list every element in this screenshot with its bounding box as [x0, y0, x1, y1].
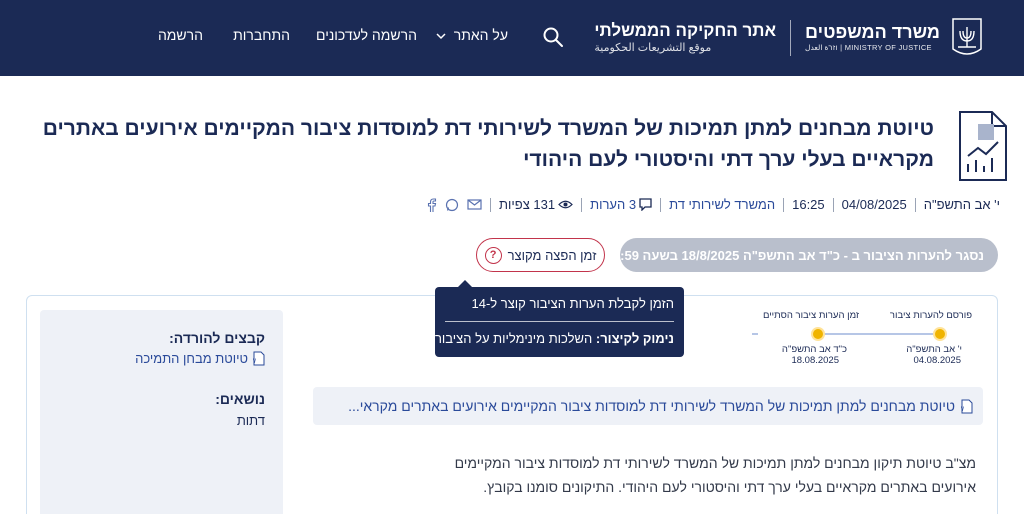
timeline-dot-published [933, 327, 947, 341]
short-time-label: זמן הפצה מקוצר [507, 247, 597, 263]
svg-text:W: W [961, 406, 964, 413]
facebook-icon[interactable] [427, 197, 437, 212]
moj-title: משרד המשפטים [805, 22, 940, 42]
top-navigation-bar: משרד המשפטים MINISTRY OF JUSTICE | וזרة … [0, 0, 1024, 76]
nav-updates[interactable]: הרשמה לעדכונים [316, 27, 417, 43]
word-file-icon: W [253, 351, 265, 366]
file-row-label: טיוטת מבחנים למתן תמיכות של המשרד לשירות… [348, 398, 955, 414]
timeline-published-date: 04.08.2025 [913, 355, 961, 366]
side-panel: קבצים להורדה: W טיוטת מבחן התמיכה נושאים… [40, 310, 283, 514]
description-text: מצ"ב טיוטת תיקון מבחנים למתן תמיכות של ה… [454, 455, 976, 495]
page-title: טיוטת מבחנים למתן תמיכות של המשרד לשירות… [42, 117, 934, 171]
nav-register[interactable]: הרשמה [158, 27, 203, 43]
moj-logo-text: משרד המשפטים MINISTRY OF JUSTICE | וזרة … [805, 22, 940, 54]
meta-divider [914, 197, 916, 212]
meta-office-link[interactable]: המשרד לשירותי דת [669, 197, 775, 212]
logo-divider [790, 20, 792, 56]
whatsapp-icon[interactable] [445, 198, 459, 212]
download-file-link[interactable]: W טיוטת מבחן התמיכה [135, 351, 265, 366]
site-subtitle: موقع التشريعات الحكومية [594, 42, 712, 54]
question-icon: ? [484, 246, 502, 264]
timeline-line-end [752, 333, 758, 335]
mail-icon[interactable] [467, 199, 482, 210]
download-file-label: טיוטת מבחן התמיכה [135, 351, 248, 366]
meta-row: י' אב התשפ"ה 04/08/2025 16:25 המשרד לשיר… [427, 197, 1000, 212]
eye-icon [558, 200, 573, 209]
timeline-end-date: 18.08.2025 [791, 355, 839, 366]
timeline-dot-end [811, 327, 825, 341]
meta-divider [581, 197, 583, 212]
timeline-line [818, 333, 940, 335]
comment-icon [639, 198, 652, 211]
site-logo-text: אתר החקיקה הממשלתי موقع التشريعات الحكوم… [594, 21, 776, 55]
tooltip-divider [445, 321, 674, 322]
document-chart-icon [959, 111, 1007, 181]
tooltip-reason-label: נימוק לקיצור: [595, 331, 674, 346]
search-icon[interactable] [542, 26, 564, 48]
topic-value[interactable]: דתות [237, 413, 265, 428]
word-file-icon: W [961, 399, 973, 413]
site-logo[interactable]: משרד המשפטים MINISTRY OF JUSTICE | וזרة … [594, 10, 984, 66]
nav-login[interactable]: התחברות [233, 27, 290, 43]
downloads-title: קבצים להורדה: [169, 330, 265, 346]
tooltip-reason-text: השלכות מינימליות על הציבור [434, 331, 593, 346]
tooltip-line1: הזמן לקבלת הערות הציבור קוצר ל-14 [471, 296, 674, 311]
meta-divider [660, 197, 662, 212]
tooltip-reason: נימוק לקיצור: השלכות מינימליות על הציבור [435, 331, 674, 346]
timeline-published-hebrew: י' אב התשפ"ה [906, 344, 962, 355]
chevron-down-icon [436, 33, 446, 40]
meta-date: 04/08/2025 [841, 197, 907, 212]
meta-comments[interactable]: 3 הערות [590, 197, 652, 212]
meta-time: 16:25 [792, 197, 825, 212]
file-row-link[interactable]: W טיוטת מבחנים למתן תמיכות של המשרד לשיר… [313, 387, 983, 425]
moj-english-title: MINISTRY OF JUSTICE | וזרة العدل [805, 43, 932, 52]
meta-divider [783, 197, 785, 212]
svg-text:W: W [253, 358, 256, 365]
short-time-tooltip: הזמן לקבלת הערות הציבור קוצר ל-14 נימוק … [435, 280, 684, 357]
nav-about-label: על האתר [453, 27, 508, 43]
nav-about[interactable]: על האתר [436, 27, 508, 43]
timeline-end-label: זמן הערות ציבור הסתיים [762, 310, 859, 321]
meta-hebrew-date: י' אב התשפ"ה [923, 197, 1000, 212]
meta-divider [832, 197, 834, 212]
site-title: אתר החקיקה הממשלתי [594, 21, 777, 40]
topics-title: נושאים: [215, 391, 265, 407]
meta-divider [490, 197, 492, 212]
menorah-emblem-icon [952, 18, 982, 55]
short-time-button[interactable]: זמן הפצה מקוצר ? [476, 238, 605, 272]
timeline-end-hebrew: כ"ד אב התשפ"ה [781, 344, 847, 355]
meta-comments-label: 3 הערות [590, 197, 637, 212]
meta-views: 131 צפיות [499, 197, 573, 212]
status-closed-badge: נסגר להערות הציבור ב - כ"ד אב התשפ"ה 18/… [620, 238, 998, 272]
meta-views-label: 131 צפיות [499, 197, 556, 212]
timeline-published-label: פורסם להערות ציבור [889, 310, 972, 321]
